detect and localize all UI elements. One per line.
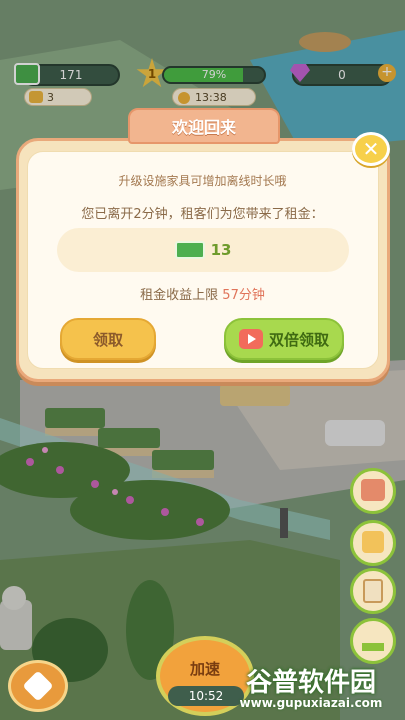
double-collect-label: 双倍领取 — [268, 330, 329, 349]
dialog-tip: 升级设施家具可增加离线时长哦 — [118, 174, 287, 188]
double-collect-button[interactable]: 双倍领取 — [224, 318, 344, 360]
hammer-icon — [22, 670, 54, 702]
shop-button[interactable] — [350, 468, 396, 514]
watermark-brand: 谷普软件园 — [245, 668, 376, 698]
tasks-button[interactable] — [350, 568, 396, 614]
income-limit: 租金收益上限 57分钟 — [0, 284, 405, 303]
thumbs-up-icon — [362, 531, 384, 553]
collect-button[interactable]: 领取 — [60, 318, 156, 360]
reward-amount: 13 — [210, 241, 232, 259]
clipboard-icon — [363, 579, 383, 603]
dialog-message: 您已离开2分钟，租客们为您带来了租金： — [81, 207, 324, 222]
watermark-url: www.gupuxiazai.com — [239, 696, 383, 710]
video-ad-icon — [238, 329, 263, 349]
like-button[interactable] — [350, 520, 396, 566]
stats-button[interactable] — [350, 618, 396, 664]
close-button[interactable]: ✕ — [352, 132, 390, 166]
shop-icon — [361, 479, 385, 501]
watermark: 谷普软件园 www.gupuxiazai.com — [220, 662, 402, 718]
cash-bundle-icon — [174, 241, 205, 259]
growth-chart-icon — [362, 631, 384, 651]
dialog-title: 欢迎回来 — [128, 108, 280, 144]
collect-label: 领取 — [92, 330, 123, 349]
build-button[interactable] — [8, 660, 68, 712]
reward-bar: 13 — [57, 228, 349, 272]
income-limit-value: 57分钟 — [222, 288, 265, 303]
close-icon: ✕ — [362, 137, 380, 161]
income-limit-label: 租金收益上限 — [140, 288, 223, 303]
